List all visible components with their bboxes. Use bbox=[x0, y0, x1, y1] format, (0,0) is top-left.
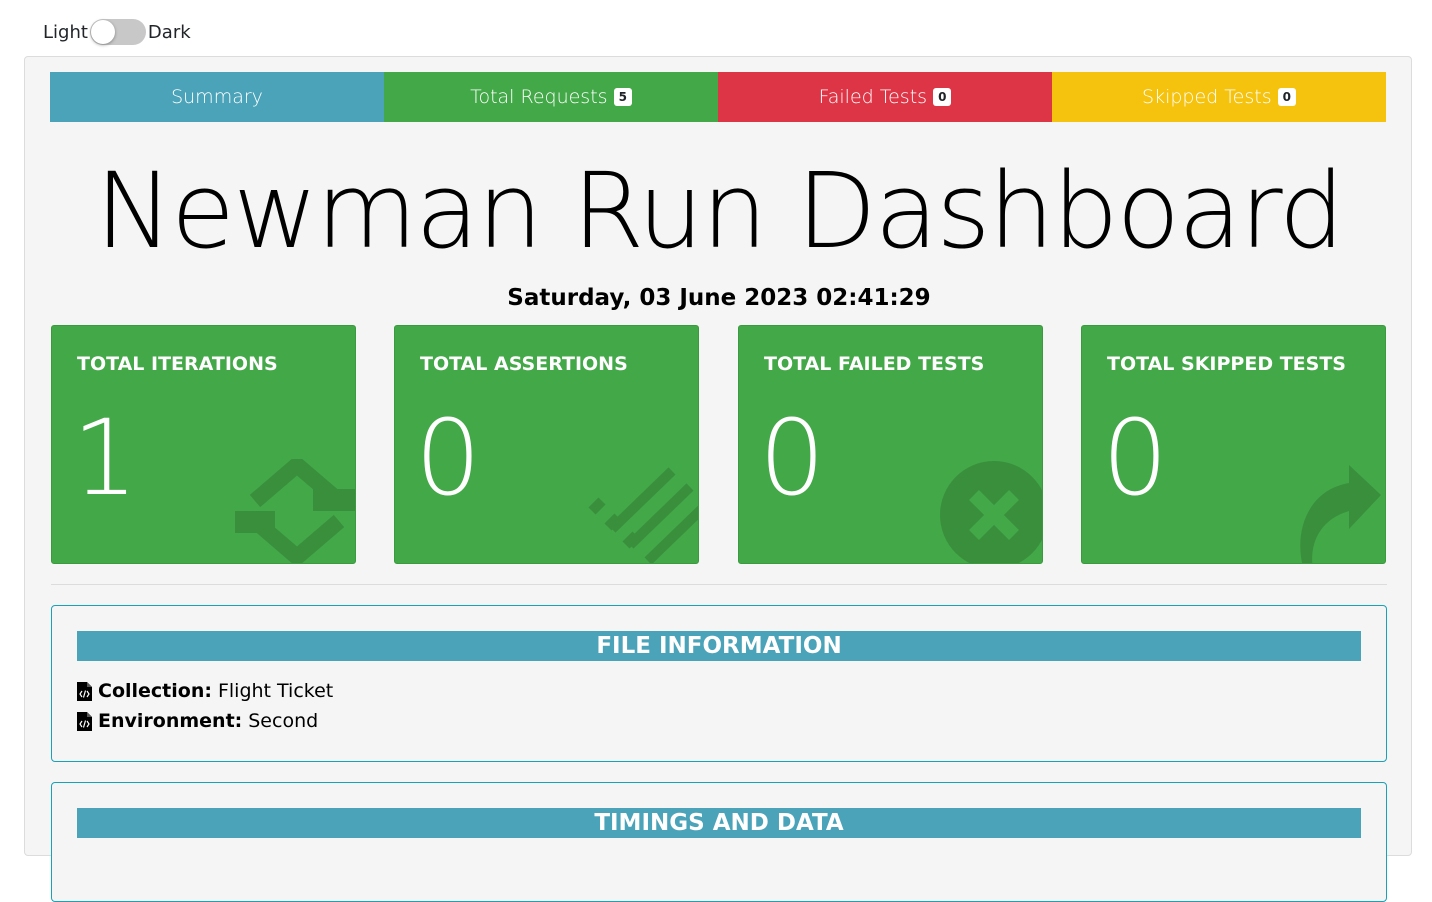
timings-panel: TIMINGS AND DATA bbox=[51, 782, 1387, 902]
environment-value: Second bbox=[248, 710, 319, 732]
tab-skipped-tests[interactable]: Skipped Tests 0 bbox=[1052, 72, 1386, 122]
collection-value: Flight Ticket bbox=[217, 680, 334, 702]
card-title: TOTAL ASSERTIONS bbox=[420, 353, 628, 375]
file-information-heading: FILE INFORMATION bbox=[77, 631, 1361, 661]
switch-knob bbox=[90, 20, 115, 44]
environment-label: Environment: bbox=[98, 710, 243, 732]
failed-tests-badge: 0 bbox=[933, 88, 952, 106]
file-code-icon bbox=[77, 681, 92, 701]
file-code-icon bbox=[77, 711, 92, 731]
collection-row: Collection: Flight Ticket bbox=[77, 680, 333, 702]
tab-failed-tests-label: Failed Tests bbox=[818, 86, 928, 108]
environment-row: Environment: Second bbox=[77, 710, 318, 732]
card-title: TOTAL ITERATIONS bbox=[77, 353, 278, 375]
card-total-skipped-tests: TOTAL SKIPPED TESTS 0 bbox=[1081, 325, 1386, 564]
card-value: 1 bbox=[72, 397, 139, 519]
list-icon bbox=[588, 467, 698, 563]
tab-bar: Summary Total Requests 5 Failed Tests 0 … bbox=[50, 72, 1386, 122]
card-total-assertions: TOTAL ASSERTIONS 0 bbox=[394, 325, 699, 564]
timings-heading: TIMINGS AND DATA bbox=[77, 808, 1361, 838]
card-value: 0 bbox=[1102, 397, 1169, 519]
tab-skipped-tests-label: Skipped Tests bbox=[1142, 86, 1272, 108]
dashboard-container: Summary Total Requests 5 Failed Tests 0 … bbox=[24, 56, 1412, 902]
total-requests-badge: 5 bbox=[613, 88, 632, 106]
divider bbox=[51, 584, 1387, 585]
dark-label: Dark bbox=[147, 21, 191, 43]
card-total-failed-tests: TOTAL FAILED TESTS 0 bbox=[738, 325, 1043, 564]
theme-switch[interactable] bbox=[89, 19, 146, 45]
summary-cards: TOTAL ITERATIONS 1 TOTAL ASSERTIONS 0 TO… bbox=[51, 325, 1387, 565]
card-value: 0 bbox=[759, 397, 826, 519]
times-circle-icon bbox=[940, 461, 1042, 563]
tab-summary[interactable]: Summary bbox=[50, 72, 384, 122]
page-title: Newman Run Dashboard bbox=[95, 150, 1345, 272]
skipped-tests-badge: 0 bbox=[1277, 88, 1296, 106]
sync-icon bbox=[235, 459, 355, 563]
card-title: TOTAL SKIPPED TESTS bbox=[1107, 353, 1346, 375]
tab-summary-label: Summary bbox=[171, 86, 263, 108]
card-total-iterations: TOTAL ITERATIONS 1 bbox=[51, 325, 356, 564]
tab-failed-tests[interactable]: Failed Tests 0 bbox=[718, 72, 1052, 122]
tab-total-requests-label: Total Requests bbox=[470, 86, 608, 108]
light-label: Light bbox=[43, 21, 88, 43]
run-datetime: Saturday, 03 June 2023 02:41:29 bbox=[507, 285, 931, 311]
share-arrow-icon bbox=[1300, 465, 1381, 563]
card-title: TOTAL FAILED TESTS bbox=[764, 353, 985, 375]
card-value: 0 bbox=[415, 397, 482, 519]
collection-label: Collection: bbox=[98, 680, 212, 702]
theme-toggle: Light Dark bbox=[43, 16, 191, 48]
file-information-panel: FILE INFORMATION Collection: Flight Tick… bbox=[51, 605, 1387, 762]
tab-total-requests[interactable]: Total Requests 5 bbox=[384, 72, 718, 122]
